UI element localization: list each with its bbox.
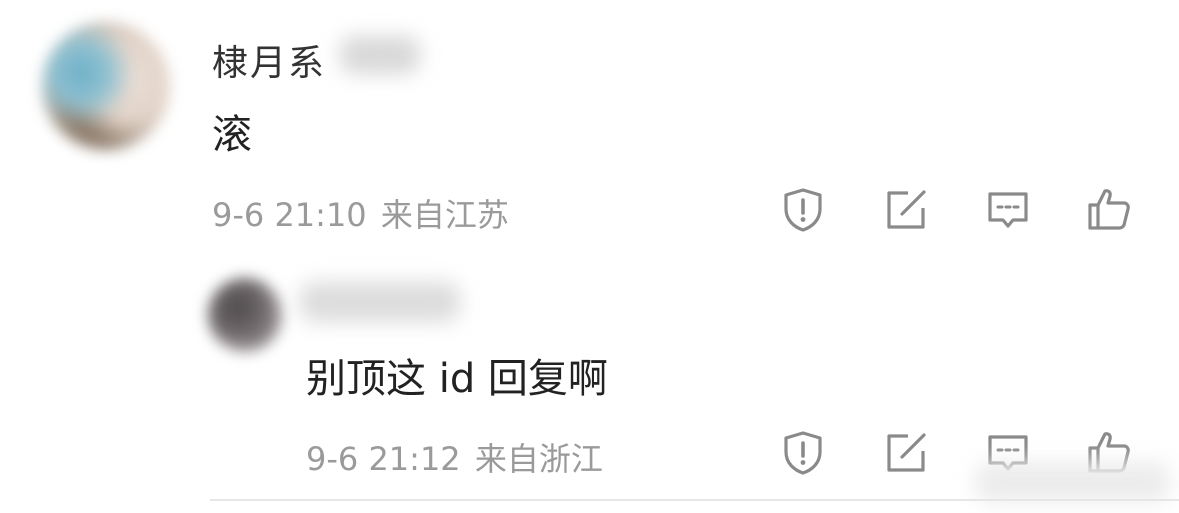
reply-date: 9-6 — [306, 440, 359, 478]
report-icon — [784, 188, 822, 232]
reply-avatar[interactable] — [208, 278, 282, 352]
comment-meta: 9-6 21:10 来自江苏 — [212, 190, 509, 236]
comment-date: 9-6 — [212, 196, 265, 234]
watermark — [975, 462, 1170, 502]
username-redaction — [340, 36, 420, 74]
reply-username-redaction — [300, 282, 460, 322]
like-icon — [1088, 189, 1130, 230]
like-button[interactable] — [1083, 183, 1135, 235]
share-button[interactable] — [880, 184, 932, 236]
comment-username[interactable]: 棣月系 — [212, 34, 326, 86]
report-button[interactable] — [777, 184, 829, 236]
report-icon — [784, 431, 822, 475]
comment-time: 21:10 — [274, 196, 367, 234]
share-icon — [887, 190, 926, 229]
reply-location: 来自浙江 — [474, 440, 603, 478]
reply-time: 21:12 — [368, 440, 461, 478]
comment-location: 来自江苏 — [380, 196, 509, 234]
reply-meta: 9-6 21:12 来自浙江 — [306, 434, 603, 480]
comment-content: 滚 — [212, 112, 252, 158]
divider — [210, 499, 1179, 501]
avatar[interactable] — [42, 22, 170, 150]
reply-report-button[interactable] — [777, 427, 829, 479]
reply-share-button[interactable] — [880, 427, 932, 479]
share-icon — [887, 433, 926, 472]
comment-icon — [988, 192, 1028, 228]
comment-button[interactable] — [982, 184, 1034, 236]
reply-content: 别顶这 id 回复啊 — [306, 356, 608, 402]
